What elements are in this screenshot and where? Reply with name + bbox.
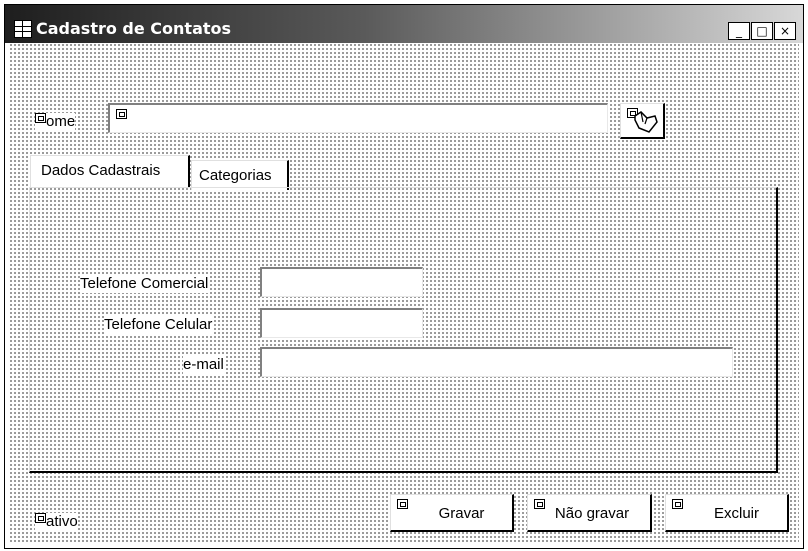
excluir-button[interactable]: Excluir [665,494,789,532]
nome-input[interactable] [108,103,608,133]
placeholder-icon [672,499,683,509]
telefone-comercial-label: Telefone Comercial [80,275,209,293]
app-form-icon [14,20,32,38]
maximize-button[interactable]: □ [751,22,773,40]
tab-categorias[interactable]: Categorias [191,160,289,190]
placeholder-icon [35,113,46,123]
form-window: Cadastro de Contatos _ □ × ome Dados Cad… [4,4,804,549]
minimize-button[interactable]: _ [728,22,750,40]
ativo-checkbox[interactable]: ativo [35,513,78,531]
telefone-celular-input[interactable] [260,308,423,338]
email-label: e-mail [183,356,224,374]
placeholder-icon [397,499,408,509]
close-button[interactable]: × [774,22,796,40]
email-input[interactable] [260,347,733,377]
nao-gravar-button[interactable]: Não gravar [527,494,652,532]
window-title: Cadastro de Contatos [36,19,232,38]
nome-label: ome [35,113,76,131]
search-button[interactable] [620,103,665,139]
tab-dados-cadastrais[interactable]: Dados Cadastrais [30,155,190,187]
placeholder-icon [35,513,46,523]
placeholder-icon [116,109,127,119]
telefone-celular-label: Telefone Celular [104,316,213,334]
title-bar[interactable]: Cadastro de Contatos _ □ × [5,5,803,43]
telefone-comercial-input[interactable] [260,267,423,297]
gravar-button[interactable]: Gravar [390,494,514,532]
search-pointer-icon [634,111,658,133]
